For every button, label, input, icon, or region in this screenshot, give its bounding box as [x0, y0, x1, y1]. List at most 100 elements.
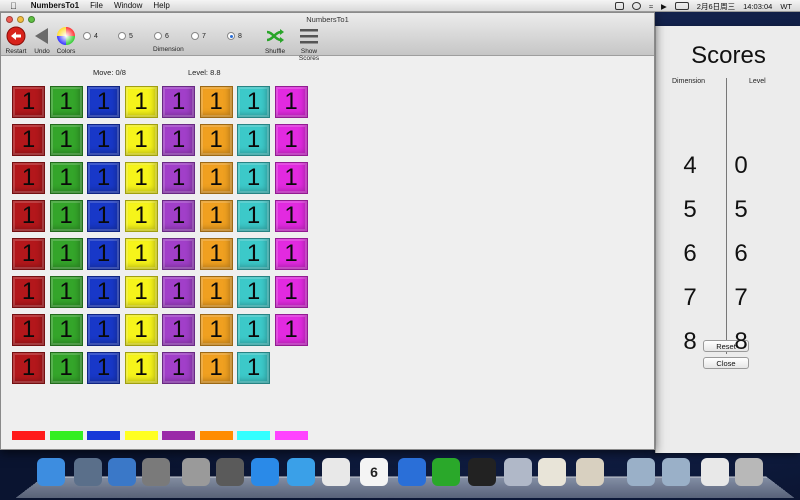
number-tile[interactable]: 1 — [274, 238, 308, 270]
number-tile[interactable]: 1 — [12, 162, 45, 194]
dimension-option-5[interactable]: 5 — [118, 32, 133, 40]
number-tile[interactable]: 1 — [87, 162, 120, 194]
number-tile[interactable]: 1 — [87, 200, 120, 232]
number-tile[interactable]: 1 — [274, 86, 308, 118]
number-tile[interactable]: 1 — [12, 200, 45, 232]
number-tile[interactable]: 1 — [237, 86, 270, 118]
qq-icon[interactable] — [468, 458, 496, 486]
number-tile[interactable]: 1 — [237, 314, 270, 346]
number-tile[interactable]: 1 — [49, 352, 83, 384]
number-tile[interactable]: 1 — [49, 238, 83, 270]
time-machine-icon[interactable] — [631, 2, 641, 10]
script-icon[interactable] — [576, 458, 604, 486]
restart-button[interactable]: Restart — [4, 26, 28, 55]
number-tile[interactable]: 1 — [237, 162, 270, 194]
number-tile[interactable]: 1 — [124, 314, 158, 346]
app-store-icon[interactable] — [251, 458, 279, 486]
number-tile[interactable]: 1 — [274, 124, 308, 156]
trash-icon[interactable] — [735, 458, 763, 486]
folder-icon[interactable] — [662, 458, 690, 486]
number-tile[interactable]: 1 — [162, 162, 195, 194]
dimension-option-4[interactable]: 4 — [83, 32, 98, 40]
number-tile[interactable]: 1 — [49, 200, 83, 232]
number-tile[interactable]: 1 — [49, 162, 83, 194]
close-button[interactable]: Close — [703, 357, 749, 369]
dimension-option-8[interactable]: 8 — [227, 32, 242, 40]
volume-icon[interactable]: ▶ — [661, 2, 667, 11]
number-tile[interactable]: 1 — [199, 276, 233, 308]
chrome-icon[interactable] — [322, 458, 350, 486]
help-menu[interactable]: Help — [153, 1, 169, 10]
number-tile[interactable]: 1 — [162, 238, 195, 270]
number-tile[interactable]: 1 — [87, 276, 120, 308]
dimension-option-6[interactable]: 6 — [154, 32, 169, 40]
number-tile[interactable]: 1 — [274, 162, 308, 194]
number-tile[interactable]: 1 — [124, 200, 158, 232]
calendar-icon[interactable]: 6 — [360, 458, 388, 486]
number-tile[interactable]: 1 — [87, 352, 120, 384]
instruments-icon[interactable] — [108, 458, 136, 486]
dimension-option-7[interactable]: 7 — [191, 32, 206, 40]
zip-icon[interactable] — [701, 458, 729, 486]
number-tile[interactable]: 1 — [124, 86, 158, 118]
number-tile[interactable]: 1 — [162, 352, 195, 384]
screen-mirroring-icon[interactable] — [614, 2, 624, 10]
app-menu[interactable]: NumbersTo1 — [31, 1, 79, 10]
number-tile[interactable]: 1 — [162, 314, 195, 346]
number-tile[interactable]: 1 — [87, 314, 120, 346]
number-tile[interactable]: 1 — [199, 86, 233, 118]
number-tile[interactable]: 1 — [162, 200, 195, 232]
colors-button[interactable]: Colors — [55, 26, 77, 55]
number-tile[interactable]: 1 — [199, 352, 233, 384]
number-tile[interactable]: 1 — [124, 352, 158, 384]
number-tile[interactable]: 1 — [124, 238, 158, 270]
launchpad-icon[interactable] — [142, 458, 170, 486]
xcode-icon[interactable] — [74, 458, 102, 486]
number-tile[interactable]: 1 — [12, 238, 45, 270]
number-tile[interactable]: 1 — [237, 276, 270, 308]
number-tile[interactable]: 1 — [199, 238, 233, 270]
number-tile[interactable]: 1 — [49, 276, 83, 308]
battery-icon[interactable] — [674, 2, 689, 10]
show-scores-button[interactable]: Show Scores — [290, 26, 328, 62]
number-tile[interactable]: 1 — [124, 276, 158, 308]
textedit-icon[interactable] — [538, 458, 566, 486]
undo-button[interactable]: Undo — [32, 26, 52, 55]
wifi-icon[interactable]: ≈ — [649, 2, 653, 11]
menu-date[interactable]: 2月6日周三 — [697, 1, 735, 12]
number-tile[interactable]: 1 — [274, 276, 308, 308]
number-tile[interactable]: 1 — [162, 124, 195, 156]
number-tile[interactable]: 1 — [87, 124, 120, 156]
number-tile[interactable]: 1 — [124, 162, 158, 194]
number-tile[interactable]: 1 — [199, 162, 233, 194]
number-tile[interactable]: 1 — [49, 314, 83, 346]
finder-icon[interactable] — [37, 458, 65, 486]
number-tile[interactable]: 1 — [199, 124, 233, 156]
menu-user[interactable]: WT — [780, 2, 792, 11]
keychain-icon[interactable] — [182, 458, 210, 486]
number-tile[interactable]: 1 — [199, 200, 233, 232]
number-tile[interactable]: 1 — [49, 124, 83, 156]
number-tile[interactable]: 1 — [12, 352, 45, 384]
shuffle-button[interactable]: Shuffle — [263, 26, 287, 55]
number-tile[interactable]: 1 — [237, 124, 270, 156]
word-icon[interactable] — [398, 458, 426, 486]
number-tile[interactable]: 1 — [162, 86, 195, 118]
number-tile[interactable]: 1 — [199, 314, 233, 346]
number-tile[interactable]: 1 — [162, 276, 195, 308]
number-tile[interactable]: 1 — [237, 238, 270, 270]
migration-icon[interactable] — [216, 458, 244, 486]
number-tile[interactable]: 1 — [12, 86, 45, 118]
folder-icon[interactable] — [627, 458, 655, 486]
number-tile[interactable]: 1 — [87, 86, 120, 118]
number-tile[interactable]: 1 — [274, 200, 308, 232]
excel-icon[interactable] — [432, 458, 460, 486]
number-tile[interactable]: 1 — [49, 86, 83, 118]
number-tile[interactable]: 1 — [12, 314, 45, 346]
number-tile[interactable]: 1 — [12, 124, 45, 156]
number-tile[interactable]: 1 — [12, 276, 45, 308]
itunes-icon[interactable] — [287, 458, 315, 486]
file-menu[interactable]: File — [90, 1, 103, 10]
number-tile[interactable]: 1 — [87, 238, 120, 270]
window-menu[interactable]: Window — [114, 1, 142, 10]
